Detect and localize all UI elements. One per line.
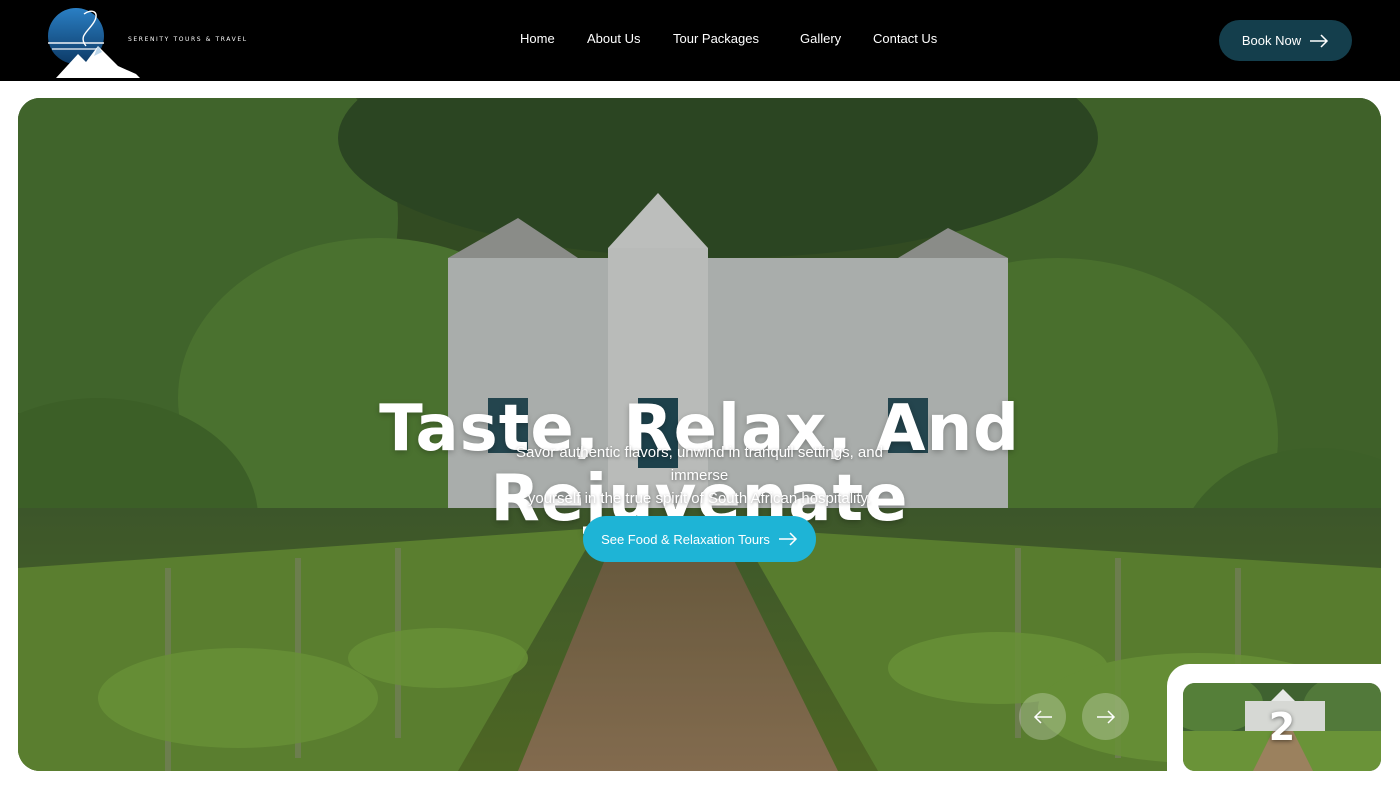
arrow-left-icon (1033, 709, 1052, 724)
see-tours-label: See Food & Relaxation Tours (601, 531, 770, 547)
next-slide-thumbnail[interactable]: 2 (1183, 683, 1381, 771)
hero-subtext-line-1: Savor authentic flavors, unwind in tranq… (516, 444, 883, 484)
nav-about-us[interactable]: About Us (587, 31, 640, 46)
nav-gallery[interactable]: Gallery (800, 31, 841, 46)
main-nav: Home About Us Tour Packages Gallery Cont… (0, 31, 1400, 51)
hero-subtext-line-2: yourself in the true spirit of South Afr… (527, 490, 872, 507)
arrow-right-icon (778, 532, 797, 546)
book-now-button[interactable]: Book Now (1219, 20, 1352, 61)
book-now-label: Book Now (1241, 33, 1302, 48)
see-tours-button[interactable]: See Food & Relaxation Tours (583, 516, 816, 562)
nav-contact-us[interactable]: Contact Us (873, 31, 937, 46)
nav-tour-packages[interactable]: Tour Packages (673, 31, 759, 46)
top-navbar: SERENITY TOURS & TRAVEL Home About Us To… (0, 0, 1400, 81)
nav-home[interactable]: Home (520, 31, 555, 46)
prev-slide-button[interactable] (1019, 693, 1066, 740)
arrow-right-icon (1310, 33, 1329, 48)
arrow-right-icon (1096, 709, 1115, 724)
next-slide-button[interactable] (1082, 693, 1129, 740)
hero-subtext: Savor authentic flavors, unwind in tranq… (488, 441, 911, 510)
next-slide-number: 2 (1268, 705, 1296, 749)
